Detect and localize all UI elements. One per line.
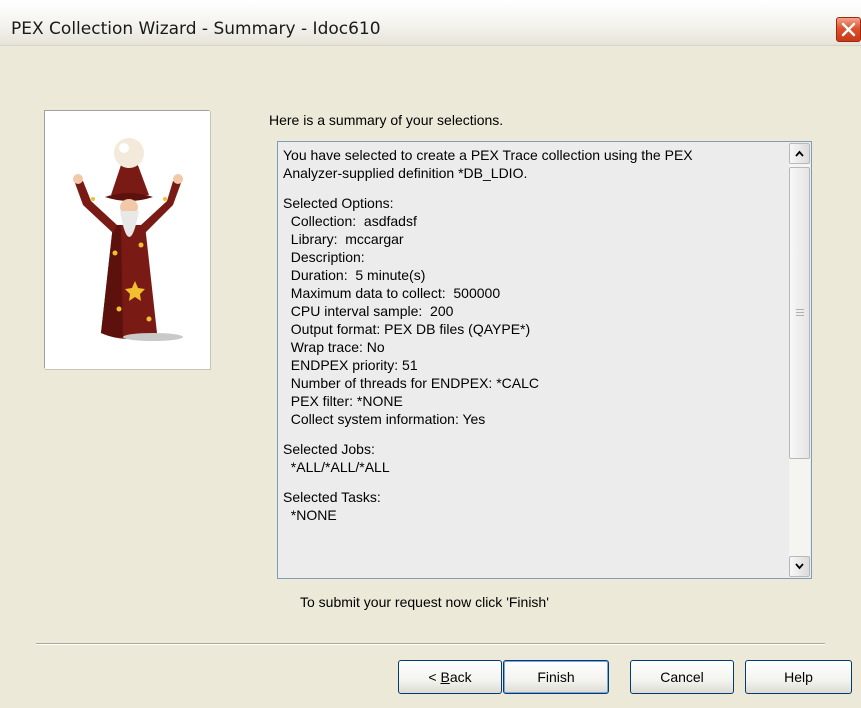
back-button-label: ack <box>449 669 472 685</box>
window-title: PEX Collection Wizard - Summary - Idoc61… <box>11 19 381 39</box>
summary-line: Selected Tasks: <box>283 489 381 505</box>
back-button-prefix: < <box>428 669 441 685</box>
summary-line: Selected Jobs: <box>283 441 375 457</box>
summary-line: Description: <box>283 249 365 265</box>
summary-line: ENDPEX priority: 51 <box>283 357 418 373</box>
back-button[interactable]: < Back <box>398 660 502 694</box>
summary-intro: Here is a summary of your selections. <box>269 112 504 128</box>
summary-line: Library: mccargar <box>283 231 404 247</box>
summary-line: Collection: asdfadsf <box>283 213 417 229</box>
summary-line: Number of threads for ENDPEX: *CALC <box>283 375 539 391</box>
chevron-up-icon <box>795 150 804 157</box>
wizard-image-frame <box>44 110 210 369</box>
summary-spacer <box>283 428 788 440</box>
scroll-up-button[interactable] <box>789 143 810 164</box>
summary-line: PEX filter: *NONE <box>283 393 403 409</box>
summary-line: Selected Options: <box>283 195 394 211</box>
wizard-icon <box>73 138 183 341</box>
cancel-button[interactable]: Cancel <box>630 660 734 694</box>
close-icon <box>841 22 856 37</box>
summary-line: Duration: 5 minute(s) <box>283 267 426 283</box>
summary-content: You have selected to create a PEX Trace … <box>283 146 788 574</box>
grip-icon <box>796 309 804 317</box>
summary-scrollbar[interactable] <box>789 143 810 577</box>
back-button-mnemonic: B <box>440 669 450 685</box>
submit-hint: To submit your request now click 'Finish… <box>300 594 549 610</box>
divider <box>36 643 825 645</box>
wizard-dialog: PEX Collection Wizard - Summary - Idoc61… <box>0 0 861 708</box>
finish-button[interactable]: Finish <box>503 660 609 694</box>
summary-textbox[interactable]: You have selected to create a PEX Trace … <box>277 141 812 579</box>
summary-line: You have selected to create a PEX Trace … <box>283 147 693 163</box>
summary-line: Analyzer-supplied definition *DB_LDIO. <box>283 165 528 181</box>
scroll-thumb[interactable] <box>789 167 810 459</box>
scroll-down-button[interactable] <box>789 556 810 577</box>
summary-line: Collect system information: Yes <box>283 411 486 427</box>
summary-spacer <box>283 182 788 194</box>
summary-line: Maximum data to collect: 500000 <box>283 285 501 301</box>
summary-line: Output format: PEX DB files (QAYPE*) <box>283 321 531 337</box>
summary-line: *NONE <box>283 507 337 523</box>
close-button[interactable] <box>836 17 861 42</box>
summary-line: Wrap trace: No <box>283 339 385 355</box>
summary-spacer <box>283 476 788 488</box>
summary-line: *ALL/*ALL/*ALL <box>283 459 390 475</box>
help-button[interactable]: Help <box>745 660 852 694</box>
chevron-down-icon <box>795 563 804 570</box>
summary-line: CPU interval sample: 200 <box>283 303 454 319</box>
title-bar[interactable]: PEX Collection Wizard - Summary - Idoc61… <box>0 0 861 46</box>
